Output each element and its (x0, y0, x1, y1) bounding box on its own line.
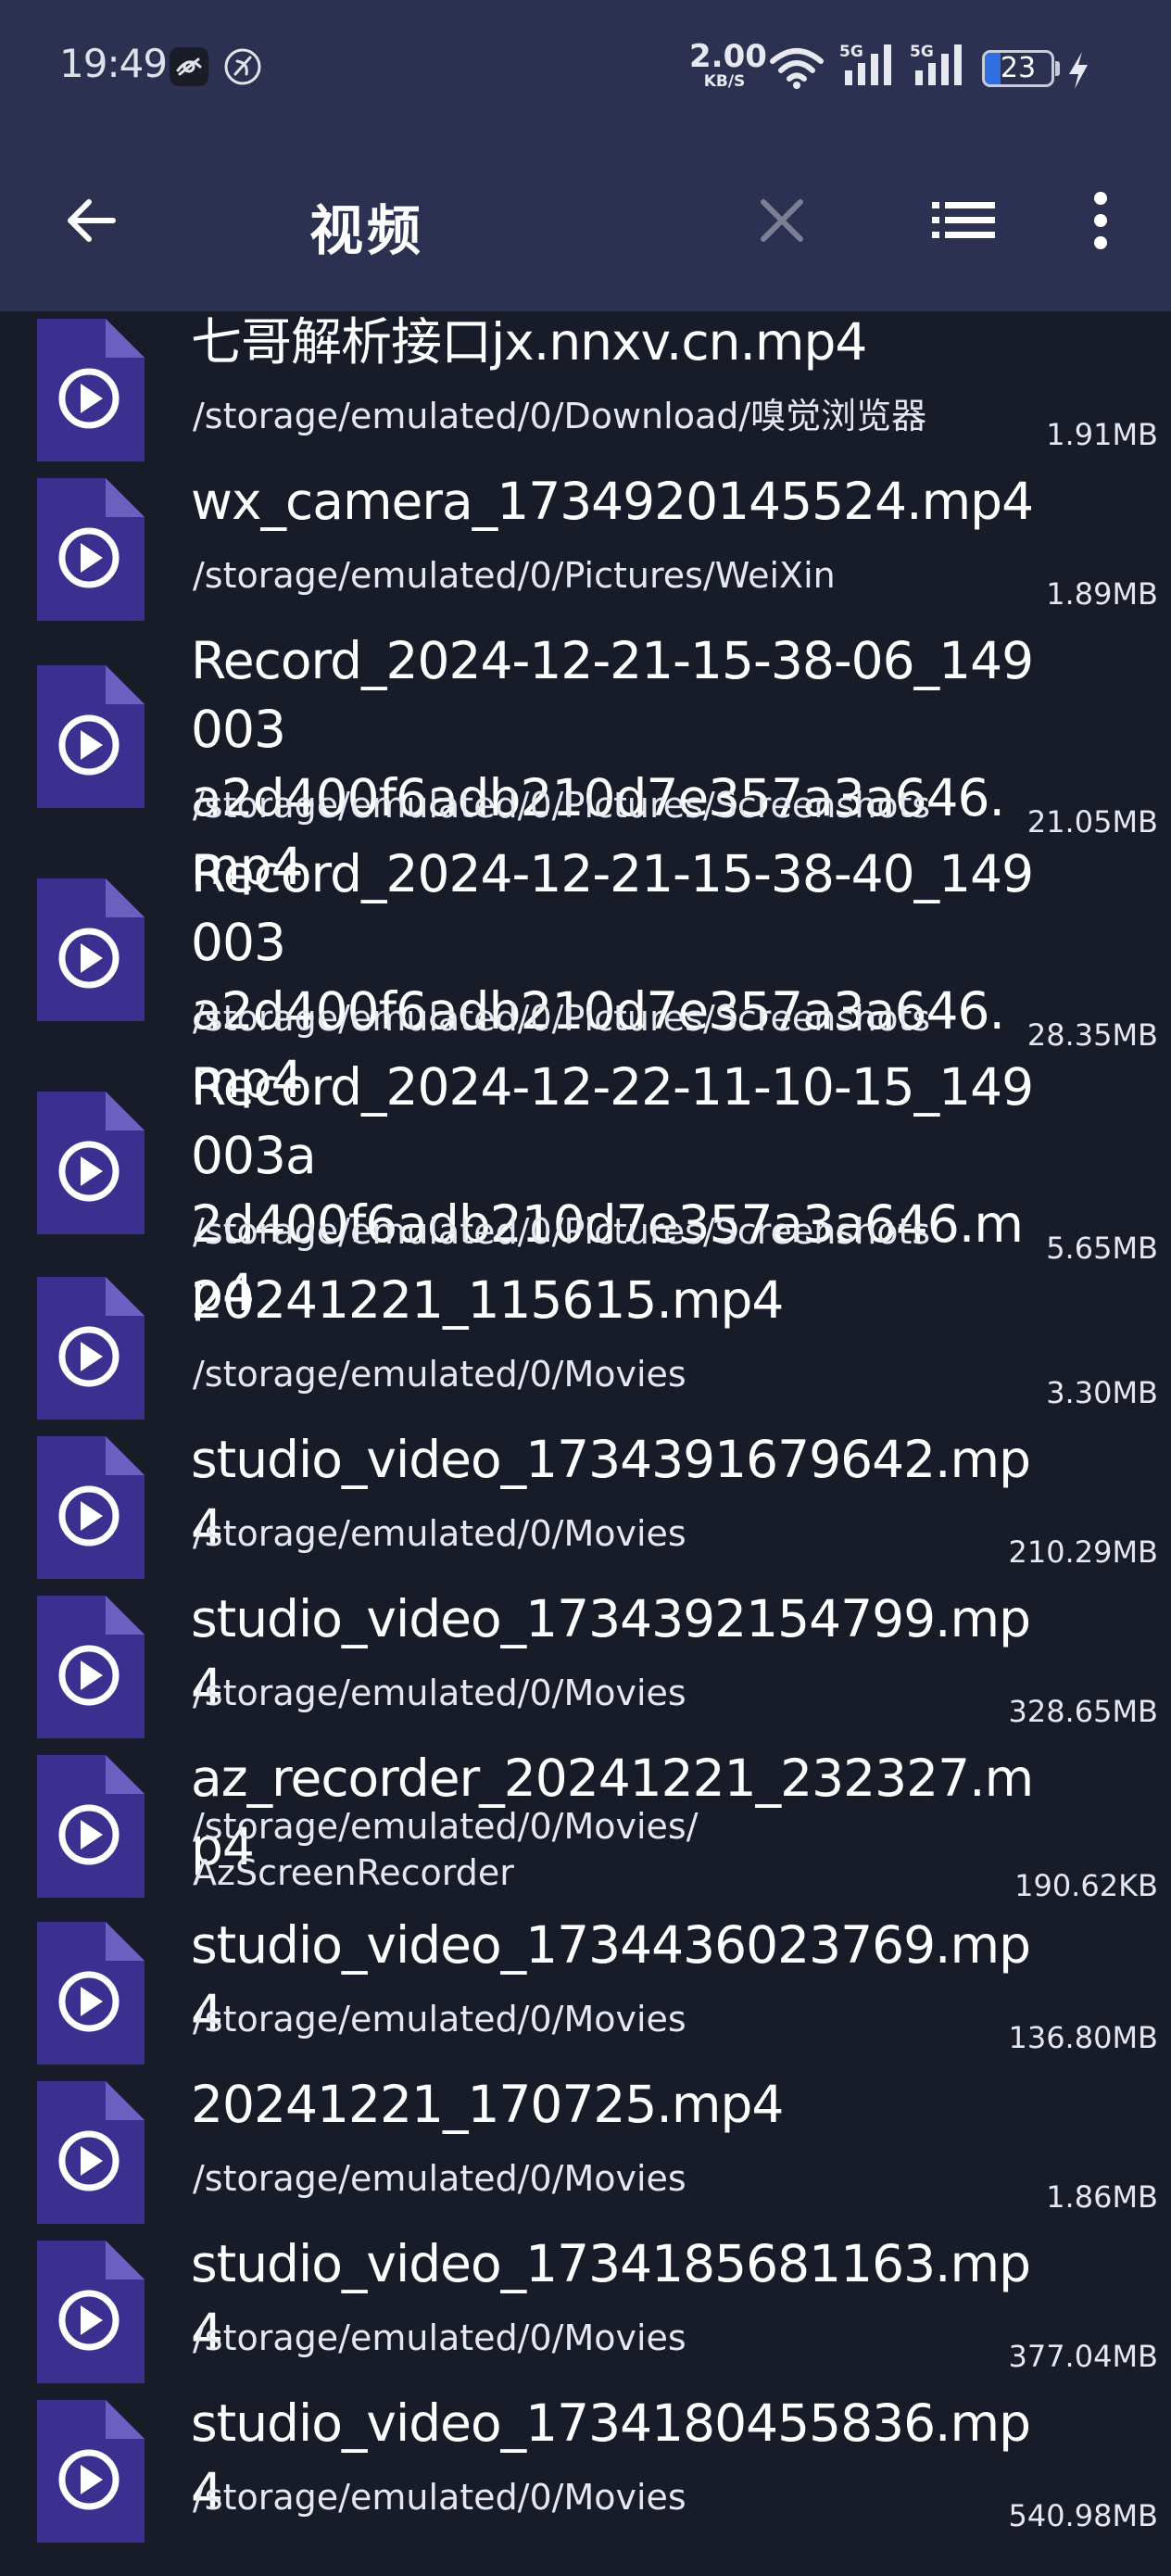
file-list-item[interactable]: studio_video_1734185681163.mp4/storage/e… (0, 2233, 1171, 2393)
file-size: 190.62KB (1014, 1868, 1158, 1903)
video-file-icon (37, 1277, 145, 1420)
file-size: 377.04MB (1008, 2339, 1158, 2374)
video-file-icon (37, 878, 145, 1021)
file-size: 210.29MB (1008, 1534, 1158, 1570)
file-list-item[interactable]: Record_2024-12-22-11-10-15_149003a 2d400… (0, 1056, 1171, 1322)
nfc-icon (224, 48, 261, 85)
signal-bars-icon (845, 44, 891, 85)
file-path: /storage/emulated/0/Pictures/WeiXin (193, 555, 836, 596)
signal-sim1: 5G (839, 43, 904, 87)
file-list-item[interactable]: 20241221_115615.mp4/storage/emulated/0/M… (0, 1269, 1171, 1429)
network-speed-unit: KB/S (703, 72, 746, 91)
file-path: /storage/emulated/0/Movies (193, 1354, 686, 1395)
more-vertical-icon (1094, 192, 1107, 249)
file-name: wx_camera_1734920145524.mp4 (191, 472, 1034, 531)
arrow-left-icon (68, 199, 116, 242)
file-path: /storage/emulated/0/Download/嗅觉浏览器 (193, 396, 927, 436)
page-title: 视频 (309, 199, 425, 262)
file-list-item[interactable]: az_recorder_20241221_232327.mp4/storage/… (0, 1748, 1171, 1914)
file-path: /storage/emulated/0/Pictures/Screenshots (193, 1211, 931, 1252)
signal-bars-icon (915, 44, 962, 85)
app-notification-icon (170, 47, 208, 86)
file-size: 1.86MB (1046, 2179, 1158, 2215)
charging-icon (1069, 52, 1088, 89)
file-name: 20241221_115615.mp4 (191, 1270, 784, 1330)
file-size: 1.89MB (1046, 576, 1158, 612)
file-list-item[interactable]: Record_2024-12-21-15-38-40_149003 a2d400… (0, 843, 1171, 1109)
file-size: 3.30MB (1046, 1375, 1158, 1410)
video-file-icon (37, 665, 145, 808)
file-path: /storage/emulated/0/Movies (193, 1673, 686, 1713)
file-list-item[interactable]: 七哥解析接口jx.nnxv.cn.mp4/storage/emulated/0/… (0, 311, 1171, 471)
file-path: /storage/emulated/0/Movies (193, 1999, 686, 2039)
file-path: /storage/emulated/0/Pictures/Screenshots (193, 998, 931, 1039)
close-icon (761, 199, 803, 242)
file-list: 七哥解析接口jx.nnxv.cn.mp4/storage/emulated/0/… (0, 311, 1171, 2552)
video-file-icon (37, 2081, 145, 2224)
file-path: /storage/emulated/0/Pictures/Screenshots (193, 785, 931, 826)
file-list-item[interactable]: wx_camera_1734920145524.mp4/storage/emul… (0, 471, 1171, 630)
clear-button[interactable] (736, 174, 828, 267)
file-size: 328.65MB (1008, 1694, 1158, 1729)
file-list-item[interactable]: studio_video_1734180455836.mp4/storage/e… (0, 2393, 1171, 2552)
more-options-button[interactable] (1054, 174, 1147, 267)
battery-level: 23 (1000, 52, 1037, 84)
video-file-icon (37, 478, 145, 621)
back-button[interactable] (44, 174, 137, 267)
list-view-button[interactable] (917, 174, 1010, 267)
battery-indicator: 23 (982, 50, 1054, 87)
network-speed: 2.00 KB/S (689, 38, 767, 91)
file-name: 七哥解析接口jx.nnxv.cn.mp4 (191, 312, 867, 372)
video-file-icon (37, 1436, 145, 1579)
file-size: 540.98MB (1008, 2498, 1158, 2533)
app-header: 19:49 2.00 KB/S 5G 5G 23 视频 (0, 0, 1171, 311)
file-size: 136.80MB (1008, 2020, 1158, 2055)
wifi-icon (770, 48, 824, 89)
video-file-icon (37, 319, 145, 461)
file-list-item[interactable]: studio_video_1734392154799.mp4/storage/e… (0, 1588, 1171, 1748)
video-file-icon (37, 1092, 145, 1234)
file-size: 5.65MB (1046, 1231, 1158, 1266)
video-file-icon (37, 2400, 145, 2543)
file-path: /storage/emulated/0/Movies/ AzScreenReco… (193, 1806, 699, 1893)
video-file-icon (37, 2241, 145, 2383)
file-size: 1.91MB (1046, 417, 1158, 452)
signal-sim2: 5G (910, 43, 975, 87)
status-time: 19:49 (59, 41, 168, 86)
toolbar: 视频 (0, 139, 1171, 311)
file-size: 28.35MB (1026, 1017, 1158, 1053)
video-file-icon (37, 1755, 145, 1898)
list-view-icon (932, 202, 995, 238)
file-path: /storage/emulated/0/Movies (193, 2158, 686, 2199)
file-list-item[interactable]: studio_video_1734391679642.mp4/storage/e… (0, 1429, 1171, 1588)
network-speed-value: 2.00 (689, 38, 767, 75)
video-file-icon (37, 1596, 145, 1738)
file-name: 20241221_170725.mp4 (191, 2075, 784, 2134)
file-path: /storage/emulated/0/Movies (193, 2477, 686, 2518)
file-list-item[interactable]: studio_video_1734436023769.mp4/storage/e… (0, 1914, 1171, 2074)
battery-cap (1055, 61, 1060, 76)
file-path: /storage/emulated/0/Movies (193, 2317, 686, 2358)
file-size: 21.05MB (1026, 804, 1158, 840)
file-list-item[interactable]: Record_2024-12-21-15-38-06_149003 a2d400… (0, 630, 1171, 896)
video-file-icon (37, 1922, 145, 2065)
file-path: /storage/emulated/0/Movies (193, 1513, 686, 1554)
status-bar: 19:49 2.00 KB/S 5G 5G 23 (0, 0, 1171, 139)
file-list-item[interactable]: 20241221_170725.mp4/storage/emulated/0/M… (0, 2074, 1171, 2233)
